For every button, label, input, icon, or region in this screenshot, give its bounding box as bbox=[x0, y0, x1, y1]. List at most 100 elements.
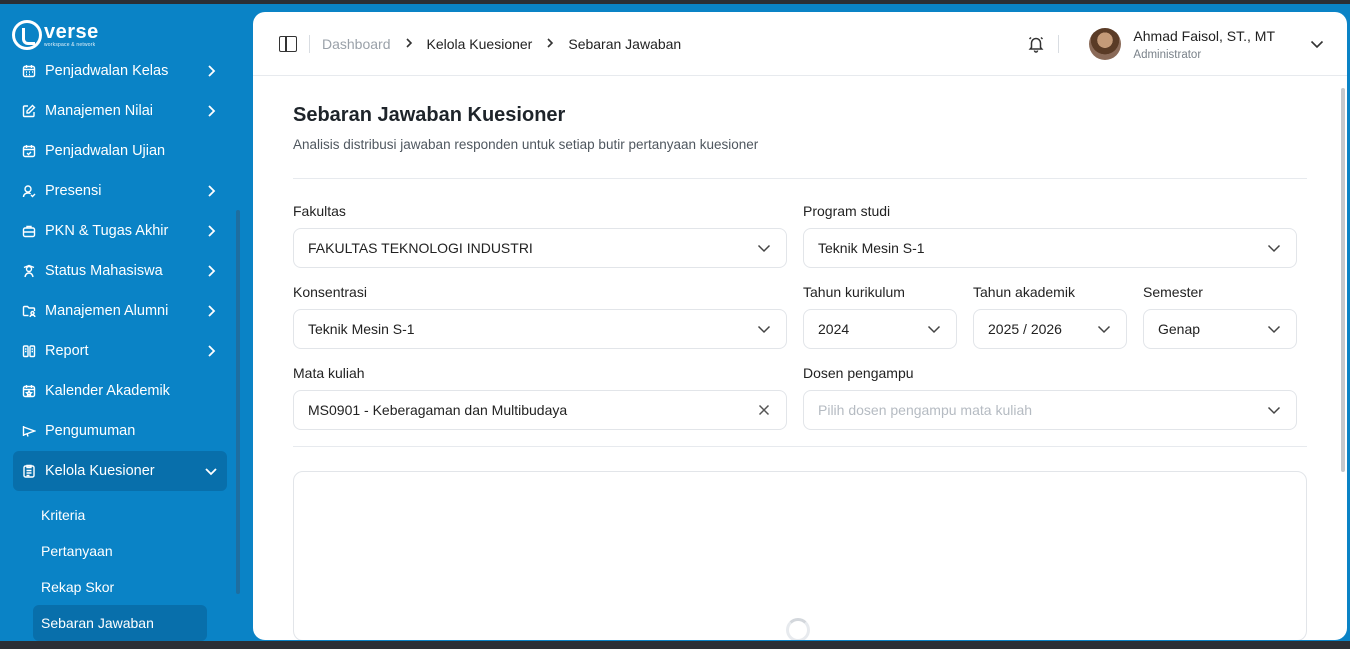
result-panel bbox=[293, 471, 1307, 640]
chevron-right-icon bbox=[203, 303, 219, 319]
user-info[interactable]: Ahmad Faisol, ST., MT Administrator bbox=[1133, 28, 1275, 61]
divider bbox=[293, 446, 1307, 447]
user-check-icon bbox=[21, 183, 37, 199]
avatar[interactable] bbox=[1089, 28, 1122, 60]
field-fakultas: Fakultas FAKULTAS TEKNOLOGI INDUSTRI bbox=[293, 203, 787, 268]
sidebar-item-label: Status Mahasiswa bbox=[45, 263, 163, 279]
sidebar-item-label: Penjadwalan Ujian bbox=[45, 143, 166, 159]
sidebar-item-kelola-kuesioner[interactable]: Kelola Kuesioner bbox=[13, 451, 227, 491]
sidebar-item-kalender-akademik[interactable]: Kalender Akademik bbox=[13, 371, 227, 411]
field-dosen-pengampu: Dosen pengampu Pilih dosen pengampu mata… bbox=[803, 365, 1297, 430]
sidebar-subitem-rekap-skor[interactable]: Rekap Skor bbox=[33, 569, 207, 605]
sidebar-item-label: PKN & Tugas Akhir bbox=[45, 223, 169, 239]
sidebar-item-label: Report bbox=[45, 343, 89, 359]
field-label: Fakultas bbox=[293, 203, 346, 219]
calendar-star-icon bbox=[21, 383, 37, 399]
field-tahun-akademik: Tahun akademik 2025 / 2026 bbox=[973, 284, 1127, 349]
select-value: MS0901 - Keberagaman dan Multibudaya bbox=[308, 402, 568, 418]
sidebar-menu: Penjadwalan Kelas Manajemen Nilai Penjad… bbox=[13, 51, 227, 641]
clipboard-icon bbox=[21, 463, 37, 479]
field-label: Dosen pengampu bbox=[803, 365, 914, 381]
chevron-down-icon bbox=[756, 240, 772, 256]
briefcase-icon bbox=[21, 223, 37, 239]
sidebar-item-manajemen-alumni[interactable]: Manajemen Alumni bbox=[13, 291, 227, 331]
sidebar-scrollbar[interactable] bbox=[236, 210, 240, 594]
field-tahun-kurikulum: Tahun kurikulum 2024 bbox=[803, 284, 957, 349]
sidebar-item-report[interactable]: Report bbox=[13, 331, 227, 371]
clear-icon[interactable] bbox=[756, 402, 772, 418]
sidebar-item-penjadwalan-kelas[interactable]: Penjadwalan Kelas bbox=[13, 51, 227, 91]
tahun-akademik-select[interactable]: 2025 / 2026 bbox=[973, 309, 1127, 349]
field-label: Konsentrasi bbox=[293, 284, 367, 300]
sidebar-item-label: Kalender Akademik bbox=[45, 383, 170, 399]
fakultas-select[interactable]: FAKULTAS TEKNOLOGI INDUSTRI bbox=[293, 228, 787, 268]
megaphone-icon bbox=[21, 423, 37, 439]
folder-user-icon bbox=[21, 303, 37, 319]
logo[interactable]: verse workspace & network bbox=[12, 20, 99, 50]
sidebar-item-presensi[interactable]: Presensi bbox=[13, 171, 227, 211]
page-content: Sebaran Jawaban Kuesioner Analisis distr… bbox=[253, 104, 1347, 640]
tahun-kurikulum-select[interactable]: 2024 bbox=[803, 309, 957, 349]
select-value: FAKULTAS TEKNOLOGI INDUSTRI bbox=[308, 240, 533, 256]
chevron-down-icon bbox=[1096, 321, 1112, 337]
main-scrollbar[interactable] bbox=[1341, 88, 1345, 472]
field-semester: Semester Genap bbox=[1143, 284, 1297, 349]
sidebar-item-label: Manajemen Alumni bbox=[45, 303, 169, 319]
field-program-studi: Program studi Teknik Mesin S-1 bbox=[803, 203, 1297, 268]
program-studi-select[interactable]: Teknik Mesin S-1 bbox=[803, 228, 1297, 268]
filter-row-3: Mata kuliah MS0901 - Keberagaman dan Mul… bbox=[293, 365, 1307, 430]
breadcrumb-kelola-kuesioner[interactable]: Kelola Kuesioner bbox=[427, 36, 533, 52]
chevron-down-icon bbox=[756, 321, 772, 337]
sidebar-item-pkn-tugas-akhir[interactable]: PKN & Tugas Akhir bbox=[13, 211, 227, 251]
top-bar: Dashboard Kelola Kuesioner Sebaran Jawab… bbox=[253, 12, 1347, 76]
chevron-down-icon bbox=[926, 321, 942, 337]
breadcrumb-dashboard[interactable]: Dashboard bbox=[322, 36, 391, 52]
dosen-pengampu-select[interactable]: Pilih dosen pengampu mata kuliah bbox=[803, 390, 1297, 430]
sidebar-item-pengumuman[interactable]: Pengumuman bbox=[13, 411, 227, 451]
sidebar-subitem-sebaran-jawaban[interactable]: Sebaran Jawaban bbox=[33, 605, 207, 641]
field-label: Tahun kurikulum bbox=[803, 284, 905, 300]
calendar-check-icon bbox=[21, 143, 37, 159]
sidebar-item-label: Manajemen Nilai bbox=[45, 103, 153, 119]
divider bbox=[293, 178, 1307, 179]
konsentrasi-select[interactable]: Teknik Mesin S-1 bbox=[293, 309, 787, 349]
sidebar-item-label: Presensi bbox=[45, 183, 102, 199]
chevron-right-icon bbox=[203, 103, 219, 119]
page-subtitle: Analisis distribusi jawaban responden un… bbox=[293, 137, 759, 152]
chevron-down-icon[interactable] bbox=[1309, 36, 1325, 52]
user-role: Administrator bbox=[1133, 48, 1202, 61]
sidebar-subitem-kriteria[interactable]: Kriteria bbox=[33, 497, 207, 533]
chevron-down-icon bbox=[1266, 321, 1282, 337]
sidebar: verse workspace & network Penjadwalan Ke… bbox=[0, 4, 253, 641]
filter-row-2: Konsentrasi Teknik Mesin S-1 Tahun kurik… bbox=[293, 284, 1307, 349]
sidebar-item-penjadwalan-ujian[interactable]: Penjadwalan Ujian bbox=[13, 131, 227, 171]
mata-kuliah-select[interactable]: MS0901 - Keberagaman dan Multibudaya bbox=[293, 390, 787, 430]
report-icon bbox=[21, 343, 37, 359]
notification-bell-icon[interactable] bbox=[1026, 34, 1046, 54]
select-value: Genap bbox=[1158, 321, 1201, 337]
user-area: Ahmad Faisol, ST., MT Administrator bbox=[1026, 12, 1325, 76]
chevron-down-icon bbox=[1266, 240, 1282, 256]
sidebar-item-label: Penjadwalan Kelas bbox=[45, 63, 169, 79]
page-title: Sebaran Jawaban Kuesioner bbox=[293, 104, 566, 126]
field-label: Program studi bbox=[803, 203, 891, 219]
sidebar-item-label: Pengumuman bbox=[45, 423, 136, 439]
select-value: Teknik Mesin S-1 bbox=[308, 321, 415, 337]
field-konsentrasi: Konsentrasi Teknik Mesin S-1 bbox=[293, 284, 787, 349]
sidebar-subitem-pertanyaan[interactable]: Pertanyaan bbox=[33, 533, 207, 569]
chevron-right-icon bbox=[546, 37, 554, 51]
select-value: Teknik Mesin S-1 bbox=[818, 240, 925, 256]
student-status-icon bbox=[21, 263, 37, 279]
divider bbox=[309, 34, 310, 53]
sidebar-toggle-icon[interactable] bbox=[279, 35, 297, 52]
chevron-right-icon bbox=[405, 37, 413, 51]
chevron-right-icon bbox=[203, 263, 219, 279]
sidebar-item-manajemen-nilai[interactable]: Manajemen Nilai bbox=[13, 91, 227, 131]
calendar-grid-icon bbox=[21, 63, 37, 79]
sidebar-item-status-mahasiswa[interactable]: Status Mahasiswa bbox=[13, 251, 227, 291]
semester-select[interactable]: Genap bbox=[1143, 309, 1297, 349]
chevron-down-icon bbox=[203, 463, 219, 479]
field-label: Mata kuliah bbox=[293, 365, 365, 381]
logo-tagline: workspace & network bbox=[44, 42, 96, 48]
window-bottom-strip bbox=[0, 641, 1350, 649]
